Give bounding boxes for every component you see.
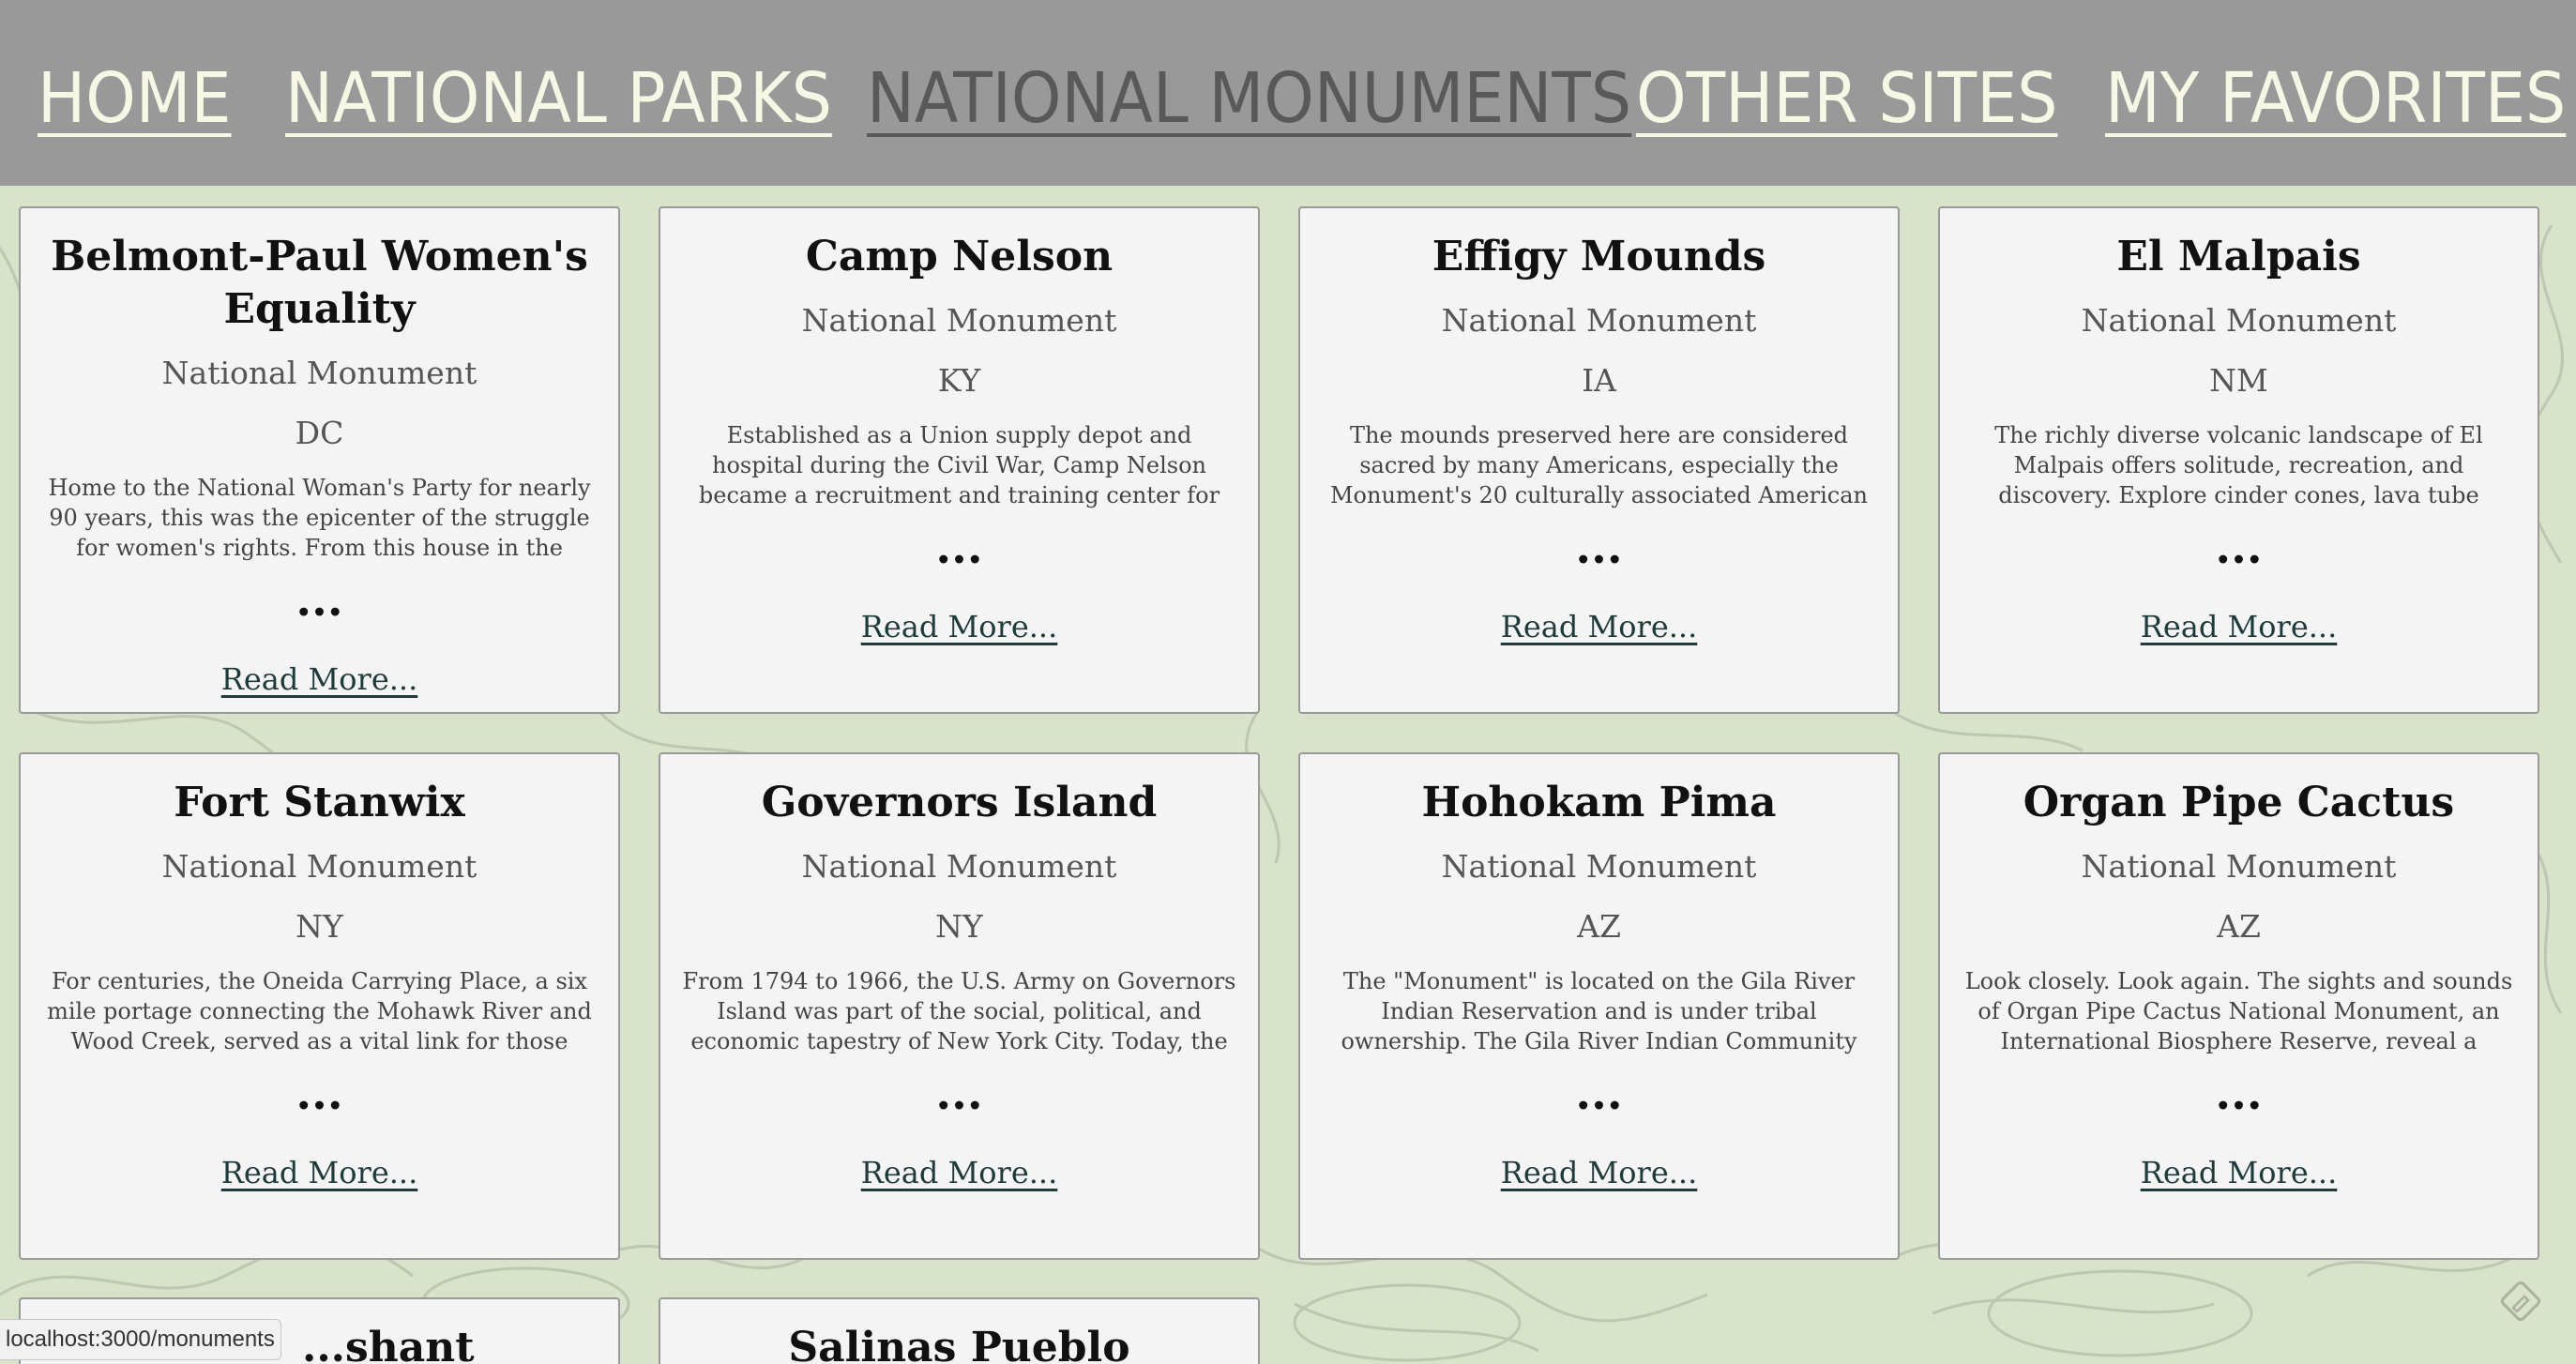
card-title: ...shant (302, 1324, 475, 1364)
monument-card: Camp Nelson National Monument KY Establi… (659, 206, 1260, 714)
read-more-link[interactable]: Read More... (1940, 608, 2538, 645)
card-state: AZ (1577, 908, 1621, 945)
pencil-edit-icon[interactable] (2499, 1280, 2542, 1323)
read-more-link[interactable]: Read More... (1300, 1154, 1898, 1191)
card-type: National Monument (2081, 848, 2397, 885)
card-type: National Monument (161, 355, 477, 391)
top-navigation-bar: HOME NATIONAL PARKS NATIONAL MONUMENTS O… (0, 0, 2576, 186)
card-ellipsis: ... (1575, 522, 1623, 574)
read-more-link[interactable]: Read More... (660, 1154, 1258, 1191)
card-type: National Monument (1441, 302, 1757, 339)
card-ellipsis: ... (295, 574, 343, 627)
card-description: The richly diverse volcanic landscape of… (1994, 422, 2483, 508)
status-bar-url: localhost:3000/monuments (0, 1319, 281, 1360)
monument-card: Governors Island National Monument NY Fr… (659, 752, 1260, 1260)
card-state: NM (2209, 362, 2268, 399)
card-description: From 1794 to 1966, the U.S. Army on Gove… (682, 968, 1236, 1054)
card-description: Established as a Union supply depot and … (698, 422, 1220, 508)
card-title: Effigy Mounds (1432, 233, 1766, 280)
card-title: Fort Stanwix (174, 779, 465, 826)
nav-link-other-sites[interactable]: OTHER SITES (1636, 56, 2057, 141)
read-more-link[interactable]: Read More... (21, 1154, 618, 1191)
card-state: NY (935, 908, 983, 945)
card-ellipsis: ... (1575, 1068, 1623, 1120)
card-ellipsis: ... (2215, 522, 2263, 574)
monument-card: El Malpais National Monument NM The rich… (1938, 206, 2539, 714)
card-ellipsis: ... (295, 1068, 343, 1120)
card-state: AZ (2217, 908, 2261, 945)
card-state: KY (937, 362, 981, 399)
card-state: DC (295, 415, 344, 451)
read-more-link[interactable]: Read More... (1300, 608, 1898, 645)
card-title: Hohokam Pima (1421, 779, 1777, 826)
card-ellipsis: ... (935, 1068, 983, 1120)
card-description: Home to the National Woman's Party for n… (48, 475, 591, 561)
monument-card: Belmont-Paul Women's Equality National M… (19, 206, 620, 714)
card-description: Look closely. Look again. The sights and… (1964, 968, 2513, 1054)
card-state: NY (295, 908, 343, 945)
nav-link-my-favorites[interactable]: MY FAVORITES (2105, 56, 2566, 141)
card-title: Camp Nelson (805, 233, 1114, 280)
monument-card: Fort Stanwix National Monument NY For ce… (19, 752, 620, 1260)
read-more-link[interactable]: Read More... (1940, 1154, 2538, 1191)
read-more-link[interactable]: Read More... (660, 608, 1258, 645)
card-title: Belmont-Paul Women's Equality (51, 233, 588, 333)
card-state: IA (1582, 362, 1616, 399)
read-more-link[interactable]: Read More... (21, 660, 618, 698)
card-ellipsis: ... (2215, 1068, 2263, 1120)
nav-link-national-parks[interactable]: NATIONAL PARKS (285, 56, 832, 141)
card-description: The mounds preserved here are considered… (1329, 422, 1868, 508)
card-title: Governors Island (761, 779, 1158, 826)
card-type: National Monument (801, 302, 1117, 339)
card-title: Organ Pipe Cactus (2023, 779, 2455, 826)
monument-card: Effigy Mounds National Monument IA The m… (1298, 206, 1900, 714)
card-ellipsis: ... (935, 522, 983, 574)
monument-card: Hohokam Pima National Monument AZ The "M… (1298, 752, 1900, 1260)
card-title: Salinas Pueblo Missions (788, 1324, 1130, 1364)
nav-link-home[interactable]: HOME (38, 56, 232, 141)
monument-card: Salinas Pueblo Missions (659, 1297, 1260, 1364)
card-type: National Monument (2081, 302, 2397, 339)
card-title: El Malpais (2116, 233, 2361, 280)
card-description: The "Monument" is located on the Gila Ri… (1341, 968, 1857, 1054)
card-description: For centuries, the Oneida Carrying Place… (47, 968, 592, 1054)
card-type: National Monument (801, 848, 1117, 885)
monument-card: Organ Pipe Cactus National Monument AZ L… (1938, 752, 2539, 1260)
card-type: National Monument (1441, 848, 1757, 885)
card-type: National Monument (161, 848, 477, 885)
nav-link-national-monuments[interactable]: NATIONAL MONUMENTS (867, 56, 1631, 141)
